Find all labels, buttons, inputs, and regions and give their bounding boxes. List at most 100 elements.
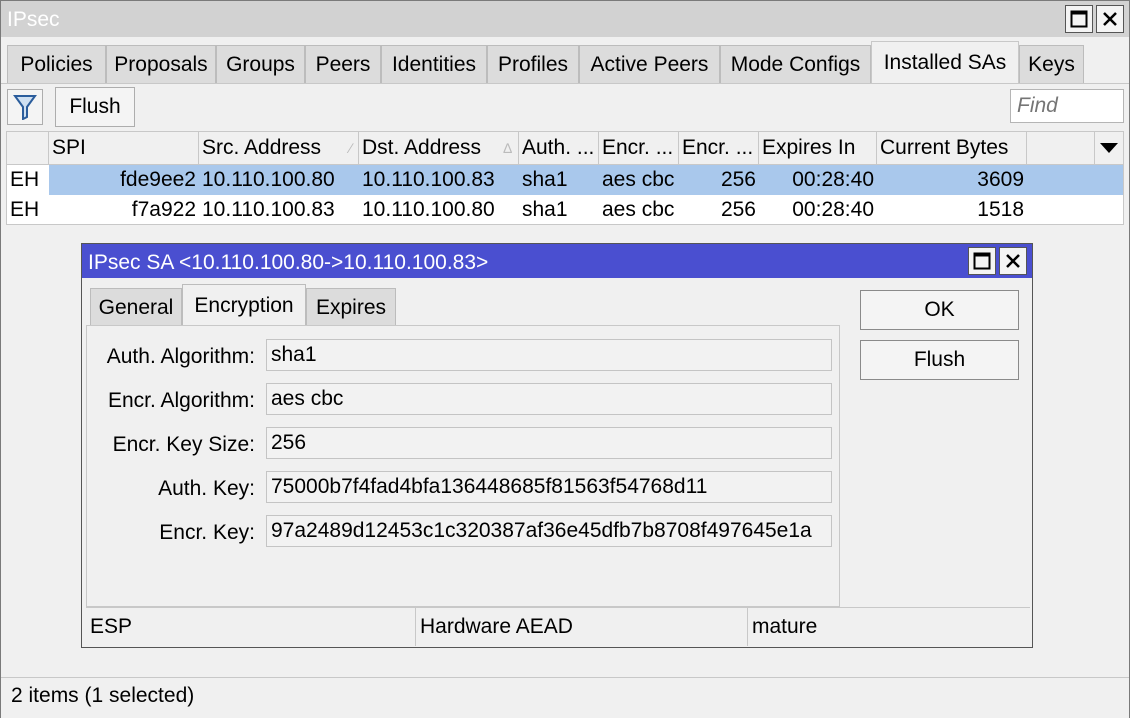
tab-label: Keys bbox=[1028, 52, 1075, 76]
filter-icon bbox=[13, 95, 37, 120]
column-header-encr[interactable]: Encr. ... bbox=[599, 132, 679, 164]
row-bytes: 1518 bbox=[977, 198, 1024, 221]
row-auth: sha1 bbox=[522, 198, 568, 221]
column-header-flags[interactable] bbox=[7, 132, 49, 164]
tab-profiles[interactable]: Profiles bbox=[487, 45, 579, 83]
dialog-close-button[interactable] bbox=[999, 247, 1027, 275]
encr-key-field[interactable]: 97a2489d12453c1c320387af36e45dfb7b8708f4… bbox=[266, 515, 832, 547]
column-label: Dst. Address bbox=[362, 136, 482, 159]
encr-algorithm-label: Encr. Algorithm: bbox=[107, 389, 255, 412]
column-header-encr-keysize[interactable]: Encr. ... bbox=[679, 132, 759, 164]
encr-key-label: Encr. Key: bbox=[159, 521, 255, 544]
column-label: Src. Address bbox=[202, 136, 322, 159]
row-expires: 00:28:40 bbox=[792, 168, 874, 191]
row-encr: aes cbc bbox=[602, 168, 675, 191]
tab-label: Peers bbox=[315, 52, 371, 76]
find-input[interactable] bbox=[1010, 89, 1124, 123]
dialog-tab-expires[interactable]: Expires bbox=[306, 288, 396, 326]
column-header-auth[interactable]: Auth. ... bbox=[519, 132, 599, 164]
row-keysize: 256 bbox=[720, 198, 756, 221]
row-auth: sha1 bbox=[522, 168, 568, 191]
dialog-flush-button[interactable]: Flush bbox=[860, 340, 1019, 380]
column-header-src-address[interactable]: Src. Address ∕ bbox=[199, 132, 359, 164]
auth-key-label: Auth. Key: bbox=[158, 477, 255, 500]
auth-algorithm-label: Auth. Algorithm: bbox=[106, 345, 255, 368]
column-label: Encr. ... bbox=[602, 136, 674, 159]
column-label: Expires In bbox=[762, 136, 856, 159]
row-flags: EH bbox=[7, 165, 49, 195]
table-header: SPI Src. Address ∕ Dst. Address ∆ Auth. ..… bbox=[7, 132, 1123, 165]
status-protocol: ESP bbox=[86, 608, 416, 646]
auth-algorithm-field[interactable]: sha1 bbox=[266, 339, 832, 371]
tab-identities[interactable]: Identities bbox=[381, 45, 487, 83]
dialog-maximize-button[interactable] bbox=[968, 247, 996, 275]
tab-proposals[interactable]: Proposals bbox=[106, 45, 216, 83]
filter-button[interactable] bbox=[7, 89, 43, 125]
row-keysize: 256 bbox=[720, 168, 756, 191]
tab-label: Groups bbox=[226, 52, 295, 76]
tab-mode-configs[interactable]: Mode Configs bbox=[720, 45, 871, 83]
sort-icon: ∆ bbox=[503, 140, 512, 156]
flush-button[interactable]: Flush bbox=[55, 87, 135, 127]
ok-button[interactable]: OK bbox=[860, 290, 1019, 330]
encr-algorithm-field[interactable]: aes cbc bbox=[266, 383, 832, 415]
tab-installed-sas[interactable]: Installed SAs bbox=[871, 41, 1019, 83]
tab-divider bbox=[1, 83, 1129, 84]
close-button[interactable] bbox=[1096, 5, 1124, 33]
tab-groups[interactable]: Groups bbox=[216, 45, 305, 83]
tab-keys[interactable]: Keys bbox=[1019, 45, 1084, 83]
dropdown-arrow-icon bbox=[1100, 143, 1118, 153]
tab-label: Installed SAs bbox=[883, 50, 1007, 74]
close-icon bbox=[1006, 254, 1020, 268]
tab-label: Profiles bbox=[497, 52, 569, 76]
row-bytes: 3609 bbox=[977, 168, 1024, 191]
column-header-expires-in[interactable]: Expires In bbox=[759, 132, 877, 164]
tab-label: Expires bbox=[315, 295, 387, 319]
column-label: Auth. ... bbox=[522, 136, 595, 159]
installed-sas-table: SPI Src. Address ∕ Dst. Address ∆ Auth. ..… bbox=[6, 131, 1124, 225]
tab-active-peers[interactable]: Active Peers bbox=[579, 45, 720, 83]
encr-key-size-field[interactable]: 256 bbox=[266, 427, 832, 459]
row-expires: 00:28:40 bbox=[792, 198, 874, 221]
row-dst-address: 10.110.100.83 bbox=[362, 168, 495, 191]
tab-policies[interactable]: Policies bbox=[7, 45, 106, 83]
column-label: Encr. ... bbox=[682, 136, 754, 159]
tab-label: Proposals bbox=[114, 52, 208, 76]
tab-label: General bbox=[98, 295, 174, 319]
window-titlebar[interactable]: IPsec bbox=[1, 1, 1129, 37]
row-flags: EH bbox=[10, 198, 40, 221]
row-spi: fde9ee2 bbox=[120, 168, 196, 191]
close-icon bbox=[1103, 12, 1117, 26]
dialog-status-bar: ESP Hardware AEAD mature bbox=[86, 607, 1030, 646]
sort-icon: ∕ bbox=[349, 140, 352, 156]
row-spi: f7a922 bbox=[131, 198, 196, 221]
tab-peers[interactable]: Peers bbox=[305, 45, 381, 83]
row-dst-address: 10.110.100.80 bbox=[362, 198, 495, 221]
tab-label: Policies bbox=[20, 52, 93, 76]
table-row[interactable]: EH f7a922 10.110.100.83 10.110.100.80 sh… bbox=[7, 195, 1123, 225]
tab-label: Encryption bbox=[194, 293, 294, 317]
status-text: 2 items (1 selected) bbox=[11, 684, 195, 707]
maximize-button[interactable] bbox=[1065, 5, 1093, 33]
tab-label: Active Peers bbox=[590, 52, 709, 76]
column-menu-button[interactable] bbox=[1095, 132, 1123, 164]
encryption-panel: Auth. Algorithm: sha1 Encr. Algorithm: a… bbox=[86, 325, 840, 607]
maximize-icon bbox=[1070, 10, 1088, 28]
ipsec-sa-dialog: IPsec SA <10.110.100.80->10.110.100.83> … bbox=[81, 243, 1033, 648]
dialog-tab-encryption[interactable]: Encryption bbox=[182, 284, 306, 326]
column-header-dst-address[interactable]: Dst. Address ∆ bbox=[359, 132, 519, 164]
column-header-empty bbox=[1027, 132, 1095, 164]
status-bar: 2 items (1 selected) bbox=[1, 677, 1129, 718]
auth-key-field[interactable]: 75000b7f4fad4bfa136448685f81563f54768d11 bbox=[266, 471, 832, 503]
window-title: IPsec bbox=[7, 8, 60, 31]
table-row[interactable]: EH fde9ee2 10.110.100.80 10.110.100.83 s… bbox=[7, 165, 1123, 195]
dialog-titlebar[interactable]: IPsec SA <10.110.100.80->10.110.100.83> bbox=[82, 244, 1032, 278]
tab-label: Mode Configs bbox=[730, 52, 861, 76]
dialog-tab-general[interactable]: General bbox=[90, 288, 182, 326]
status-hardware: Hardware AEAD bbox=[416, 608, 748, 646]
row-src-address: 10.110.100.80 bbox=[202, 168, 335, 191]
column-header-spi[interactable]: SPI bbox=[49, 132, 199, 164]
encr-key-size-label: Encr. Key Size: bbox=[112, 433, 255, 456]
column-header-current-bytes[interactable]: Current Bytes bbox=[877, 132, 1027, 164]
column-label: SPI bbox=[52, 136, 86, 159]
